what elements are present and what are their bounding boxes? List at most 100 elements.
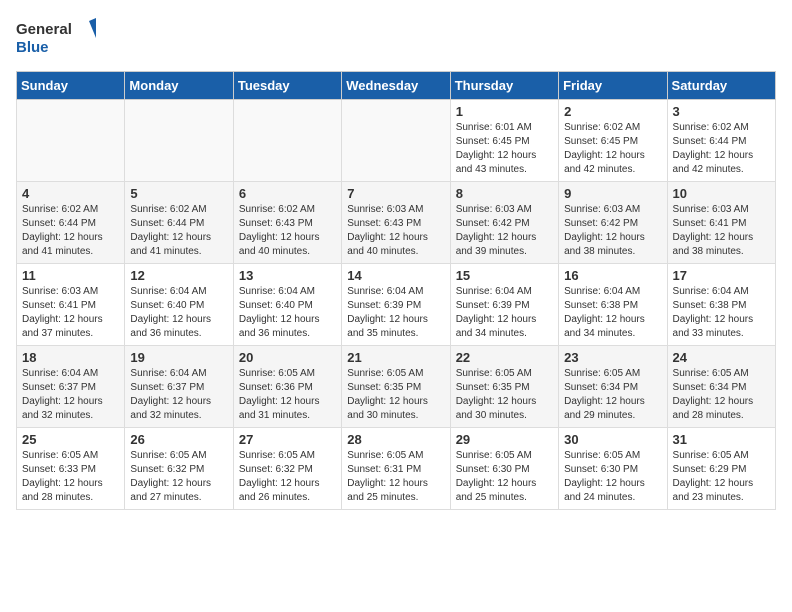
svg-text:Blue: Blue [16, 39, 49, 56]
day-number: 30 [564, 432, 661, 447]
calendar-cell [342, 100, 450, 182]
calendar-cell: 20 Sunrise: 6:05 AM Sunset: 6:36 PM Dayli… [233, 346, 341, 428]
day-detail: Sunrise: 6:04 AM Sunset: 6:40 PM Dayligh… [130, 285, 227, 341]
day-detail: Sunrise: 6:04 AM Sunset: 6:37 PM Dayligh… [22, 367, 119, 423]
day-detail: Sunrise: 6:05 AM Sunset: 6:34 PM Dayligh… [564, 367, 661, 423]
day-number: 17 [673, 268, 770, 283]
day-number: 11 [22, 268, 119, 283]
day-number: 18 [22, 350, 119, 365]
day-number: 12 [130, 268, 227, 283]
calendar-cell: 12 Sunrise: 6:04 AM Sunset: 6:40 PM Dayli… [125, 264, 233, 346]
calendar-cell: 23Sunrise: 6:05 AM Sunset: 6:34 PM Dayli… [559, 346, 667, 428]
day-number: 14 [347, 268, 444, 283]
calendar-cell: 27 Sunrise: 6:05 AM Sunset: 6:32 PM Dayli… [233, 428, 341, 510]
day-number: 3 [673, 104, 770, 119]
calendar-cell: 31 Sunrise: 6:05 AM Sunset: 6:29 PM Dayli… [667, 428, 775, 510]
page-header: General Blue [16, 16, 776, 61]
weekday-header: Sunday [17, 72, 125, 100]
calendar-cell: 30 Sunrise: 6:05 AM Sunset: 6:30 PM Dayli… [559, 428, 667, 510]
day-detail: Sunrise: 6:05 AM Sunset: 6:35 PM Dayligh… [456, 367, 553, 423]
day-number: 24 [673, 350, 770, 365]
weekday-header: Tuesday [233, 72, 341, 100]
weekday-header: Friday [559, 72, 667, 100]
day-detail: Sunrise: 6:05 AM Sunset: 6:31 PM Dayligh… [347, 449, 444, 505]
svg-text:General: General [16, 21, 72, 38]
calendar-cell: 16 Sunrise: 6:04 AM Sunset: 6:38 PM Dayli… [559, 264, 667, 346]
calendar-cell [125, 100, 233, 182]
day-number: 16 [564, 268, 661, 283]
calendar-cell: 14 Sunrise: 6:04 AM Sunset: 6:39 PM Dayli… [342, 264, 450, 346]
weekday-header: Thursday [450, 72, 558, 100]
day-detail: Sunrise: 6:05 AM Sunset: 6:30 PM Dayligh… [456, 449, 553, 505]
day-detail: Sunrise: 6:04 AM Sunset: 6:39 PM Dayligh… [347, 285, 444, 341]
day-number: 4 [22, 186, 119, 201]
day-detail: Sunrise: 6:03 AM Sunset: 6:42 PM Dayligh… [564, 203, 661, 259]
day-number: 31 [673, 432, 770, 447]
day-detail: Sunrise: 6:04 AM Sunset: 6:38 PM Dayligh… [564, 285, 661, 341]
day-number: 1 [456, 104, 553, 119]
calendar-cell: 29 Sunrise: 6:05 AM Sunset: 6:30 PM Dayli… [450, 428, 558, 510]
calendar-cell: 18 Sunrise: 6:04 AM Sunset: 6:37 PM Dayli… [17, 346, 125, 428]
logo: General Blue [16, 16, 96, 61]
day-number: 6 [239, 186, 336, 201]
day-number: 9 [564, 186, 661, 201]
calendar-table: SundayMondayTuesdayWednesdayThursdayFrid… [16, 71, 776, 510]
day-detail: Sunrise: 6:04 AM Sunset: 6:40 PM Dayligh… [239, 285, 336, 341]
day-detail: Sunrise: 6:05 AM Sunset: 6:36 PM Dayligh… [239, 367, 336, 423]
day-detail: Sunrise: 6:02 AM Sunset: 6:45 PM Dayligh… [564, 121, 661, 177]
day-detail: Sunrise: 6:03 AM Sunset: 6:43 PM Dayligh… [347, 203, 444, 259]
day-number: 7 [347, 186, 444, 201]
day-detail: Sunrise: 6:05 AM Sunset: 6:29 PM Dayligh… [673, 449, 770, 505]
day-number: 28 [347, 432, 444, 447]
logo-svg: General Blue [16, 16, 96, 61]
weekday-header: Monday [125, 72, 233, 100]
calendar-cell: 10Sunrise: 6:03 AM Sunset: 6:41 PM Dayli… [667, 182, 775, 264]
calendar-cell: 9 Sunrise: 6:03 AM Sunset: 6:42 PM Daylig… [559, 182, 667, 264]
day-number: 22 [456, 350, 553, 365]
calendar-cell: 6Sunrise: 6:02 AM Sunset: 6:43 PM Daylig… [233, 182, 341, 264]
day-detail: Sunrise: 6:05 AM Sunset: 6:32 PM Dayligh… [239, 449, 336, 505]
calendar-cell: 3 Sunrise: 6:02 AM Sunset: 6:44 PM Daylig… [667, 100, 775, 182]
day-number: 2 [564, 104, 661, 119]
day-detail: Sunrise: 6:03 AM Sunset: 6:41 PM Dayligh… [673, 203, 770, 259]
calendar-cell: 4 Sunrise: 6:02 AM Sunset: 6:44 PM Daylig… [17, 182, 125, 264]
day-number: 13 [239, 268, 336, 283]
calendar-cell: 25Sunrise: 6:05 AM Sunset: 6:33 PM Dayli… [17, 428, 125, 510]
calendar-cell: 15 Sunrise: 6:04 AM Sunset: 6:39 PM Dayli… [450, 264, 558, 346]
day-detail: Sunrise: 6:05 AM Sunset: 6:33 PM Dayligh… [22, 449, 119, 505]
calendar-cell: 28 Sunrise: 6:05 AM Sunset: 6:31 PM Dayli… [342, 428, 450, 510]
day-detail: Sunrise: 6:03 AM Sunset: 6:41 PM Dayligh… [22, 285, 119, 341]
calendar-cell [233, 100, 341, 182]
calendar-cell: 7 Sunrise: 6:03 AM Sunset: 6:43 PM Daylig… [342, 182, 450, 264]
day-detail: Sunrise: 6:04 AM Sunset: 6:39 PM Dayligh… [456, 285, 553, 341]
day-detail: Sunrise: 6:04 AM Sunset: 6:37 PM Dayligh… [130, 367, 227, 423]
day-detail: Sunrise: 6:05 AM Sunset: 6:30 PM Dayligh… [564, 449, 661, 505]
calendar-cell: 22 Sunrise: 6:05 AM Sunset: 6:35 PM Dayli… [450, 346, 558, 428]
day-number: 19 [130, 350, 227, 365]
weekday-header: Saturday [667, 72, 775, 100]
day-detail: Sunrise: 6:05 AM Sunset: 6:34 PM Dayligh… [673, 367, 770, 423]
day-detail: Sunrise: 6:04 AM Sunset: 6:38 PM Dayligh… [673, 285, 770, 341]
day-number: 27 [239, 432, 336, 447]
day-number: 15 [456, 268, 553, 283]
calendar-cell: 13 Sunrise: 6:04 AM Sunset: 6:40 PM Dayli… [233, 264, 341, 346]
calendar-cell: 17 Sunrise: 6:04 AM Sunset: 6:38 PM Dayli… [667, 264, 775, 346]
day-number: 8 [456, 186, 553, 201]
day-detail: Sunrise: 6:05 AM Sunset: 6:32 PM Dayligh… [130, 449, 227, 505]
day-number: 29 [456, 432, 553, 447]
calendar-cell: 21Sunrise: 6:05 AM Sunset: 6:35 PM Dayli… [342, 346, 450, 428]
calendar-cell: 1 Sunrise: 6:01 AM Sunset: 6:45 PM Daylig… [450, 100, 558, 182]
calendar-cell: 5 Sunrise: 6:02 AM Sunset: 6:44 PM Daylig… [125, 182, 233, 264]
day-number: 5 [130, 186, 227, 201]
day-detail: Sunrise: 6:03 AM Sunset: 6:42 PM Dayligh… [456, 203, 553, 259]
calendar-cell: 19 Sunrise: 6:04 AM Sunset: 6:37 PM Dayli… [125, 346, 233, 428]
calendar-cell: 11 Sunrise: 6:03 AM Sunset: 6:41 PM Dayli… [17, 264, 125, 346]
day-number: 21 [347, 350, 444, 365]
day-number: 20 [239, 350, 336, 365]
day-detail: Sunrise: 6:02 AM Sunset: 6:44 PM Dayligh… [130, 203, 227, 259]
day-detail: Sunrise: 6:02 AM Sunset: 6:44 PM Dayligh… [673, 121, 770, 177]
day-detail: Sunrise: 6:01 AM Sunset: 6:45 PM Dayligh… [456, 121, 553, 177]
calendar-cell: 24 Sunrise: 6:05 AM Sunset: 6:34 PM Dayli… [667, 346, 775, 428]
calendar-cell: 8 Sunrise: 6:03 AM Sunset: 6:42 PM Daylig… [450, 182, 558, 264]
day-detail: Sunrise: 6:02 AM Sunset: 6:44 PM Dayligh… [22, 203, 119, 259]
